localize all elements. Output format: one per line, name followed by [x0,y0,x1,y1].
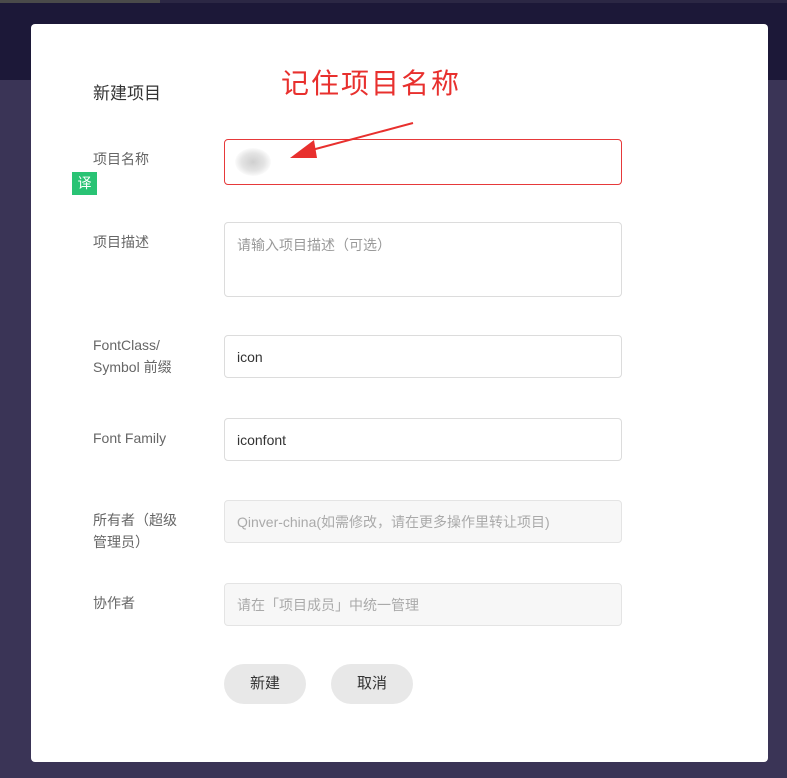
annotation-arrow-icon [290,122,414,158]
